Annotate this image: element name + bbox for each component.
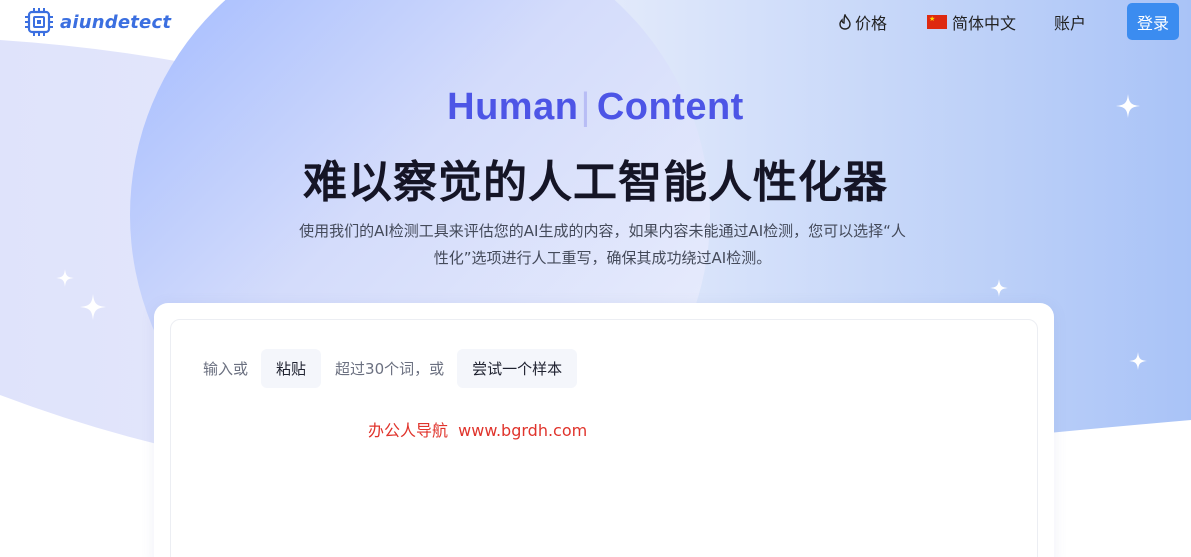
china-flag-icon — [927, 15, 947, 29]
text-input-area[interactable]: 输入或 粘贴 超过30个词，或 尝试一个样本 — [170, 319, 1038, 557]
nav-language-label: 简体中文 — [952, 14, 1017, 33]
hero-subtitle: Human| Content — [0, 86, 1191, 129]
hero-subtitle-right: Content — [596, 86, 744, 128]
sparkle-icon — [990, 279, 1008, 297]
login-button[interactable]: 登录 — [1127, 3, 1179, 40]
top-nav: 价格 简体中文 账户 登录 — [0, 0, 1191, 42]
nav-account[interactable]: 账户 — [1054, 10, 1086, 34]
top-header: aiundetect 价格 简体中文 账户 登录 — [0, 0, 1191, 42]
hero-description-line-2: 性化”选项进行人工重写，确保其成功绕过AI检测。 — [433, 249, 772, 267]
word-count-hint: 超过30个词，或 — [335, 360, 445, 378]
nav-pricing-label: 价格 — [855, 14, 888, 33]
nav-language[interactable]: 简体中文 — [927, 10, 1016, 34]
sparkle-icon — [1129, 352, 1147, 370]
input-hint: 输入或 — [203, 360, 249, 378]
sparkle-icon — [56, 269, 74, 287]
nav-pricing[interactable]: 价格 — [838, 10, 887, 34]
input-actions: 输入或 粘贴 超过30个词，或 尝试一个样本 — [203, 349, 578, 388]
editor-card: 输入或 粘贴 超过30个词，或 尝试一个样本 — [154, 303, 1054, 557]
typing-cursor: | — [580, 86, 591, 128]
hero-description-line-1: 使用我们的AI检测工具来评估您的AI生成的内容，如果内容未能通过AI检测，您可以… — [299, 222, 906, 240]
hero-subtitle-left: Human — [447, 86, 579, 128]
sparkle-icon — [80, 294, 106, 320]
nav-account-label: 账户 — [1054, 14, 1087, 33]
hero-description: 使用我们的AI检测工具来评估您的AI生成的内容，如果内容未能通过AI检测，您可以… — [275, 218, 930, 272]
hero-title: 难以察觉的人工智能人性化器 — [303, 157, 888, 208]
fire-icon — [839, 14, 851, 30]
watermark-text: 办公人导航 www.bgrdh.com — [368, 421, 588, 440]
paste-button[interactable]: 粘贴 — [261, 349, 322, 388]
try-sample-button[interactable]: 尝试一个样本 — [457, 349, 578, 388]
